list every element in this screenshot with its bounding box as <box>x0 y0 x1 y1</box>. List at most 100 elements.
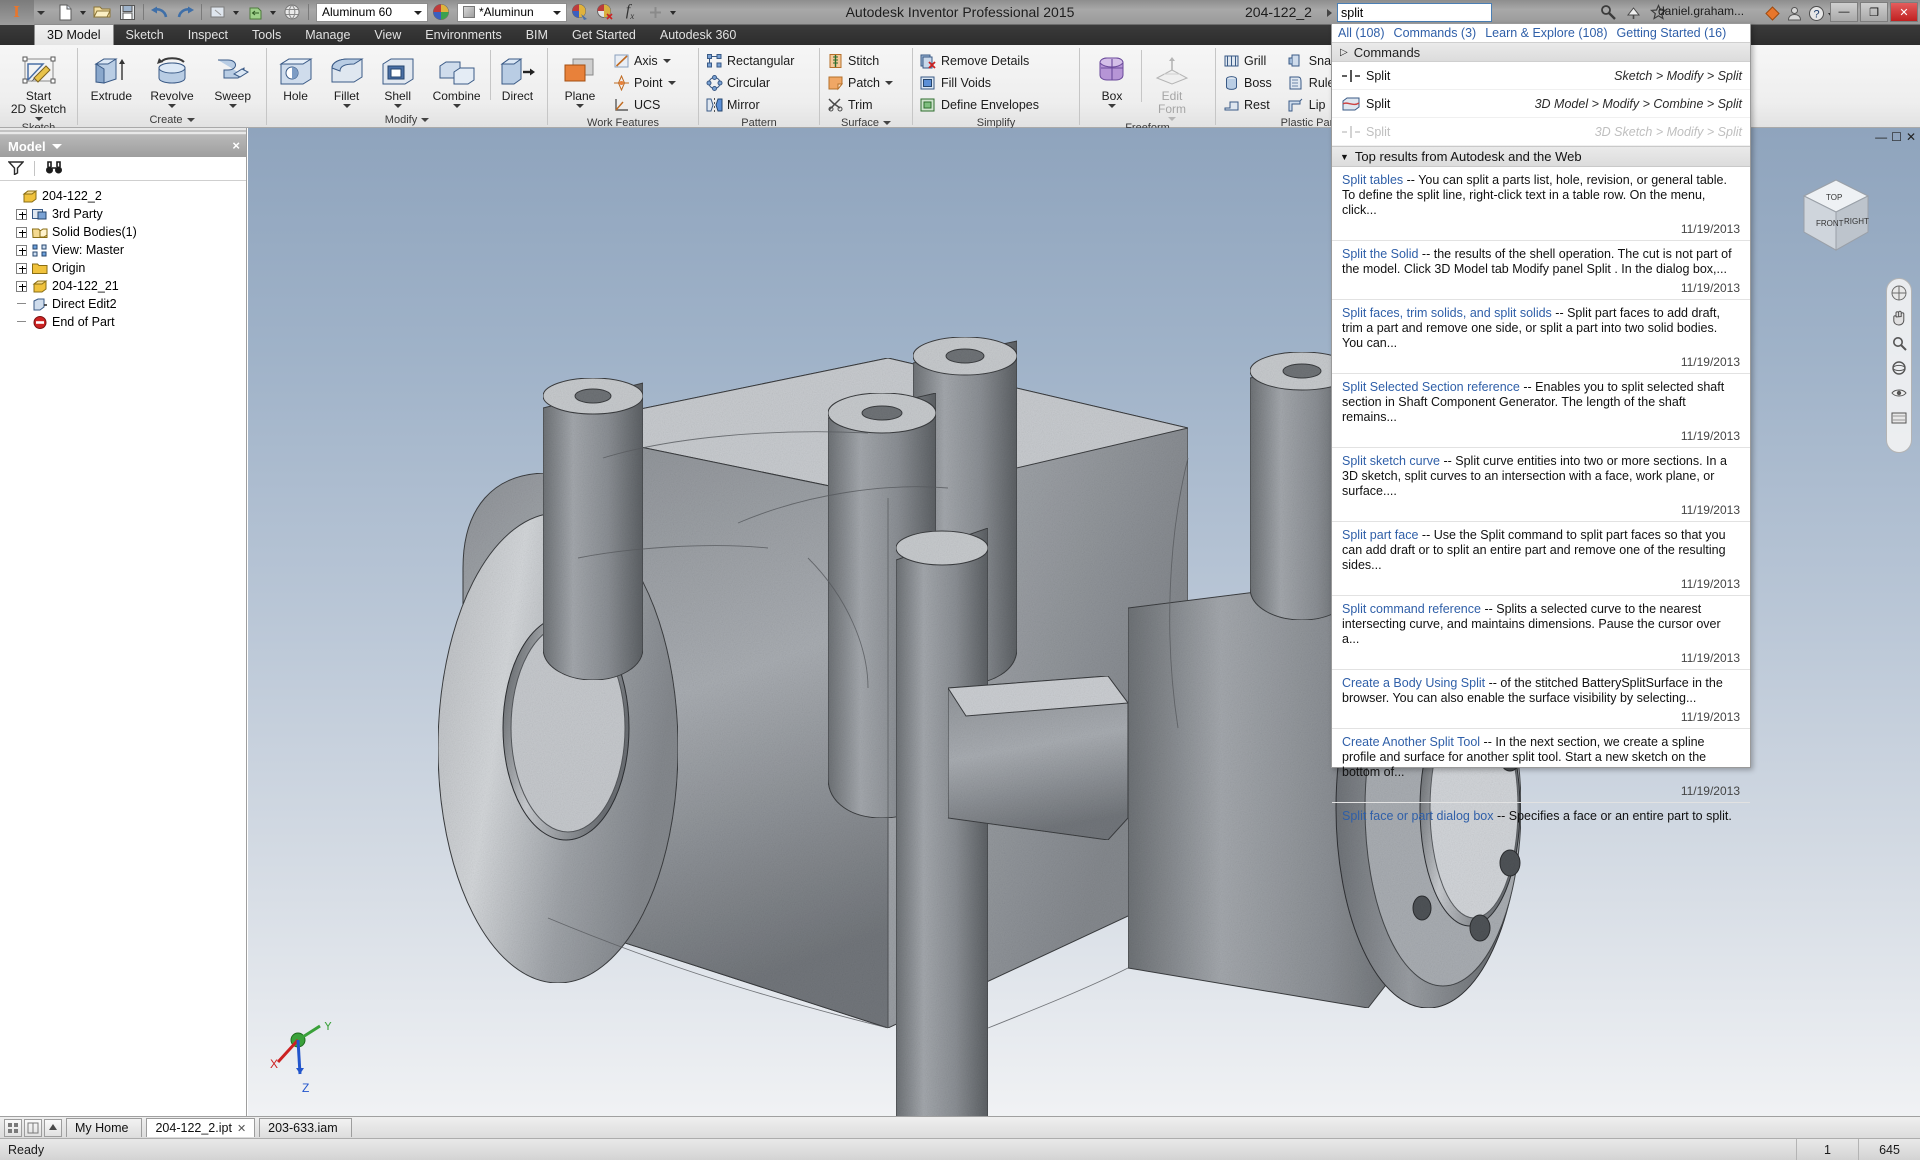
edit-form-button[interactable]: Edit Form <box>1142 48 1202 121</box>
search-magnifier-icon[interactable] <box>1598 2 1619 23</box>
user-account-label[interactable]: daniel.graham... <box>1658 4 1744 18</box>
tab-tools[interactable]: Tools <box>240 25 293 45</box>
combine-button[interactable]: Combine <box>423 48 490 108</box>
rest-button[interactable]: Rest <box>1219 94 1276 116</box>
tab-bim[interactable]: BIM <box>514 25 560 45</box>
tree-item-view-master[interactable]: View: Master <box>6 241 246 259</box>
search-tab-getting-started[interactable]: Getting Started (16) <box>1617 26 1727 40</box>
search-web-result[interactable]: Split tables -- You can split a parts li… <box>1332 167 1750 241</box>
orbit-icon[interactable] <box>1890 360 1908 376</box>
new-document-button[interactable] <box>53 1 77 23</box>
update-button[interactable] <box>280 1 304 23</box>
search-web-result[interactable]: Split face or part dialog box -- Specifi… <box>1332 803 1750 828</box>
search-web-result[interactable]: Create a Body Using Split -- of the stit… <box>1332 670 1750 729</box>
qat-overflow-icon[interactable] <box>668 1 679 23</box>
circular-pattern-button[interactable]: Circular <box>702 72 798 94</box>
application-menu-caret-icon[interactable] <box>34 0 47 25</box>
search-command-result[interactable]: Split 3D Sketch > Modify > Split <box>1332 118 1750 146</box>
tab-autodesk-360[interactable]: Autodesk 360 <box>648 25 748 45</box>
ucs-button[interactable]: UCS <box>609 94 680 116</box>
work-axis-dropdown-icon[interactable] <box>662 59 671 63</box>
document-tab-close-icon[interactable]: ✕ <box>237 1122 246 1135</box>
viewport-close-button[interactable]: ✕ <box>1906 130 1916 144</box>
tree-item-3rd-party[interactable]: 3rd Party <box>6 205 246 223</box>
search-web-result[interactable]: Split faces, trim solids, and split soli… <box>1332 300 1750 374</box>
autodesk-360-icon[interactable] <box>1623 2 1644 23</box>
tab-manage[interactable]: Manage <box>293 25 362 45</box>
expand-icon[interactable] <box>16 262 27 274</box>
revolve-button[interactable]: Revolve <box>142 48 203 108</box>
stitch-button[interactable]: Stitch <box>823 50 897 72</box>
search-results-panel[interactable]: All (108) Commands (3) Learn & Explore (… <box>1331 23 1751 823</box>
return-dropdown-icon[interactable] <box>268 1 279 23</box>
search-web-result[interactable]: Split Selected Section reference -- Enab… <box>1332 374 1750 448</box>
look-at-icon[interactable] <box>1890 385 1908 401</box>
search-tab-commands[interactable]: Commands (3) <box>1394 26 1477 40</box>
mirror-button[interactable]: Mirror <box>702 94 798 116</box>
search-result-title[interactable]: Split faces, trim solids, and split soli… <box>1342 306 1552 320</box>
find-binoculars-icon[interactable] <box>45 160 63 178</box>
help-icon[interactable]: ? <box>1806 3 1827 24</box>
fillet-dropdown-icon[interactable] <box>342 104 351 108</box>
appearance-selector[interactable]: *Aluminun <box>457 2 567 22</box>
material-selector[interactable]: Aluminum 60 <box>316 2 428 22</box>
boss-button[interactable]: Boss <box>1219 72 1276 94</box>
expand-icon[interactable] <box>16 280 27 292</box>
patch-button[interactable]: Patch <box>823 72 897 94</box>
tile-icon[interactable] <box>24 1118 42 1137</box>
minimize-button[interactable]: — <box>1830 2 1858 22</box>
tree-item-direct-edit2[interactable]: Direct Edit2 <box>6 295 246 313</box>
start-2d-sketch-button[interactable]: Start 2D Sketch <box>3 48 74 121</box>
search-web-result[interactable]: Split command reference -- Splits a sele… <box>1332 596 1750 670</box>
pan-hand-icon[interactable] <box>1890 310 1908 326</box>
redo-button[interactable] <box>173 1 197 23</box>
clear-appearance-button[interactable] <box>593 1 617 23</box>
search-result-title[interactable]: Create Another Split Tool <box>1342 735 1480 749</box>
tree-item-origin[interactable]: Origin <box>6 259 246 277</box>
search-tab-all[interactable]: All (108) <box>1338 26 1385 40</box>
search-web-result[interactable]: Split the Solid -- the results of the sh… <box>1332 241 1750 300</box>
search-result-title[interactable]: Split sketch curve <box>1342 454 1440 468</box>
viewport-restore-button[interactable]: ☐ <box>1891 130 1902 144</box>
search-result-title[interactable]: Split part face <box>1342 528 1418 542</box>
hole-button[interactable]: Hole <box>270 48 321 103</box>
parameters-button[interactable]: fx <box>618 1 642 23</box>
work-axis-button[interactable]: Axis <box>609 50 680 72</box>
tab-3d-model[interactable]: 3D Model <box>34 24 114 45</box>
work-point-button[interactable]: Point <box>609 72 680 94</box>
search-web-result[interactable]: Create Another Split Tool -- In the next… <box>1332 729 1750 803</box>
tree-item-solid-bodies[interactable]: Solid Bodies(1) <box>6 223 246 241</box>
rectangular-pattern-button[interactable]: Rectangular <box>702 50 798 72</box>
sweep-dropdown-icon[interactable] <box>228 104 237 108</box>
direct-edit-button[interactable]: Direct <box>491 48 544 103</box>
document-tab-203-633[interactable]: 203-633.iam <box>259 1118 352 1137</box>
search-result-title[interactable]: Split Selected Section reference <box>1342 380 1520 394</box>
patch-dropdown-icon[interactable] <box>884 81 893 85</box>
search-result-title[interactable]: Create a Body Using Split <box>1342 676 1485 690</box>
maximize-button[interactable]: ❐ <box>1860 2 1888 22</box>
tab-sketch[interactable]: Sketch <box>114 25 176 45</box>
customize-qat-button[interactable] <box>643 1 667 23</box>
freeform-box-button[interactable]: Box <box>1083 48 1141 108</box>
application-menu-button[interactable]: I PRO <box>0 0 34 32</box>
search-tab-learn-explore[interactable]: Learn & Explore (108) <box>1485 26 1607 40</box>
material-dropdown-icon[interactable] <box>411 4 425 21</box>
search-expand-icon[interactable] <box>1323 3 1337 22</box>
browser-dropdown-icon[interactable] <box>51 143 62 149</box>
expand-icon[interactable] <box>16 226 27 238</box>
viewport-minimize-button[interactable]: — <box>1875 130 1887 144</box>
select-button[interactable] <box>206 1 230 23</box>
search-result-title[interactable]: Split face or part dialog box <box>1342 809 1493 823</box>
combine-dropdown-icon[interactable] <box>452 104 461 108</box>
appearance-browser-button[interactable] <box>568 1 592 23</box>
browser-close-button[interactable]: × <box>232 138 240 153</box>
search-web-result[interactable]: Split sketch curve -- Split curve entiti… <box>1332 448 1750 522</box>
up-arrow-icon[interactable] <box>44 1118 62 1137</box>
steering-wheel-icon[interactable] <box>1890 285 1908 301</box>
new-document-dropdown-icon[interactable] <box>78 1 89 23</box>
tab-environments[interactable]: Environments <box>413 25 513 45</box>
fill-voids-button[interactable]: Fill Voids <box>916 72 1043 94</box>
view-cube[interactable]: FRONT RIGHT TOP <box>1786 164 1884 262</box>
search-input[interactable] <box>1337 3 1492 22</box>
return-button[interactable] <box>243 1 267 23</box>
